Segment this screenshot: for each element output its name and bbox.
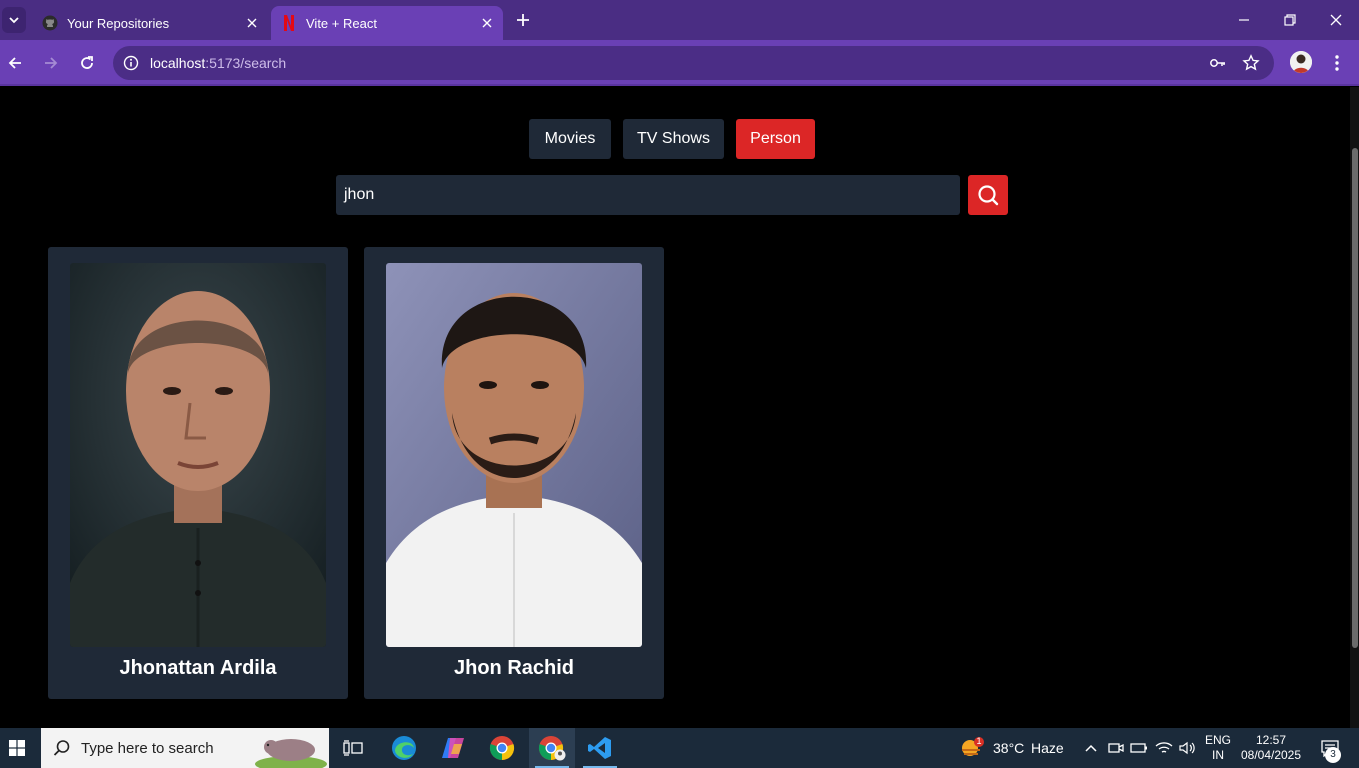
more-vertical-icon — [1335, 55, 1339, 71]
edge-icon — [392, 736, 416, 760]
scrollbar-thumb[interactable] — [1352, 148, 1358, 648]
search-page: Movies TV Shows Person jhon Jhonattan Ar… — [0, 87, 1350, 728]
chrome-profile-app[interactable] — [529, 728, 575, 768]
clock-time: 12:57 — [1255, 733, 1287, 747]
battery-icon — [1130, 743, 1147, 753]
search-button[interactable] — [968, 175, 1008, 215]
person-name: Jhon Rachid — [453, 657, 574, 679]
reload-icon — [81, 56, 93, 69]
close-tab-icon[interactable] — [477, 13, 497, 33]
copilot-icon — [442, 738, 464, 758]
taskbar-search-box[interactable]: Type here to search — [41, 728, 329, 768]
key-icon[interactable] — [1207, 52, 1229, 74]
weather-badge: 1 — [976, 736, 982, 746]
back-button[interactable] — [1, 49, 29, 77]
edge-app[interactable] — [381, 728, 427, 768]
chevron-up-icon — [1085, 744, 1097, 752]
clock-date: 08/04/2025 — [1240, 748, 1302, 762]
star-icon[interactable] — [1240, 52, 1262, 74]
person-type-button[interactable]: Person — [736, 119, 815, 159]
clock[interactable]: 12:57 08/04/2025 — [1238, 733, 1304, 763]
person-photo[interactable] — [70, 263, 326, 647]
windows-taskbar: Type here to search 1 38°C Haze ENG IN 1… — [0, 728, 1359, 768]
person-name: Jhonattan Ardila — [119, 657, 277, 679]
browser-tab-bar: Your Repositories Vite + React — [0, 0, 1359, 40]
notification-count-badge: 3 — [1325, 747, 1341, 763]
github-icon — [42, 15, 58, 31]
task-view-button[interactable] — [330, 728, 376, 768]
minimize-icon — [1239, 19, 1249, 21]
reload-button[interactable] — [73, 49, 101, 77]
url-path: :5173/search — [205, 55, 287, 71]
restore-icon — [1284, 14, 1296, 26]
tab-title: Your Repositories — [67, 15, 170, 31]
tab-vite-react[interactable]: Vite + React — [271, 6, 503, 40]
task-view-icon — [343, 740, 363, 756]
chrome-app[interactable] — [479, 728, 525, 768]
tv-shows-type-button[interactable]: TV Shows — [623, 119, 724, 159]
start-button[interactable] — [0, 728, 34, 768]
chrome-profile-icon — [538, 736, 566, 761]
battery-button[interactable] — [1128, 728, 1150, 768]
restore-button[interactable] — [1267, 0, 1313, 40]
person-card[interactable]: Jhon Rachid — [364, 247, 664, 699]
speaker-icon — [1179, 741, 1195, 755]
tray-overflow-button[interactable] — [1080, 728, 1102, 768]
address-bar[interactable]: localhost:5173/search — [113, 46, 1274, 80]
network-button[interactable] — [1153, 728, 1175, 768]
tab-search-button[interactable] — [2, 7, 26, 33]
browser-toolbar: localhost:5173/search — [0, 40, 1359, 86]
tab-title: Vite + React — [306, 15, 377, 31]
close-icon — [1330, 14, 1342, 26]
weather-temp[interactable]: 38°C — [993, 740, 1024, 756]
vscode-icon — [588, 737, 611, 759]
chrome-icon — [489, 736, 515, 761]
search-highlight-image — [255, 739, 327, 768]
vscode-app[interactable] — [577, 728, 623, 768]
minimize-button[interactable] — [1221, 0, 1267, 40]
language-indicator[interactable]: ENG IN — [1202, 733, 1234, 763]
forward-button[interactable] — [37, 49, 65, 77]
person-card[interactable]: Jhonattan Ardila — [48, 247, 348, 699]
arrow-left-icon — [8, 57, 21, 69]
volume-button[interactable] — [1177, 728, 1199, 768]
close-tab-icon[interactable] — [242, 13, 262, 33]
movies-type-button[interactable]: Movies — [529, 119, 611, 159]
language-code: ENG — [1204, 733, 1231, 747]
search-input[interactable]: jhon — [336, 175, 960, 215]
search-icon — [53, 740, 70, 756]
url-text: localhost:5173/search — [150, 55, 286, 71]
search-icon — [978, 185, 999, 206]
plus-icon — [517, 14, 529, 26]
person-photo[interactable] — [386, 263, 642, 647]
close-window-button[interactable] — [1313, 0, 1359, 40]
new-tab-button[interactable] — [511, 8, 535, 32]
camera-icon — [1108, 743, 1124, 753]
netflix-icon — [281, 15, 297, 31]
site-info-icon[interactable] — [120, 52, 142, 74]
wifi-icon — [1155, 742, 1173, 753]
chevron-down-icon — [9, 17, 19, 24]
windows-logo-icon — [9, 740, 25, 756]
arrow-right-icon — [45, 57, 58, 69]
url-host: localhost — [150, 55, 206, 71]
profile-avatar[interactable] — [1290, 51, 1312, 73]
meet-now-button[interactable] — [1105, 728, 1127, 768]
tab-your-repositories[interactable]: Your Repositories — [32, 6, 268, 40]
browser-menu-button[interactable] — [1327, 49, 1347, 77]
weather-condition[interactable]: Haze — [1031, 740, 1064, 756]
taskbar-search-placeholder: Type here to search — [81, 739, 214, 757]
region-code: IN — [1212, 748, 1224, 762]
weather-widget-icon[interactable] — [955, 728, 989, 768]
copilot-app[interactable] — [430, 728, 476, 768]
